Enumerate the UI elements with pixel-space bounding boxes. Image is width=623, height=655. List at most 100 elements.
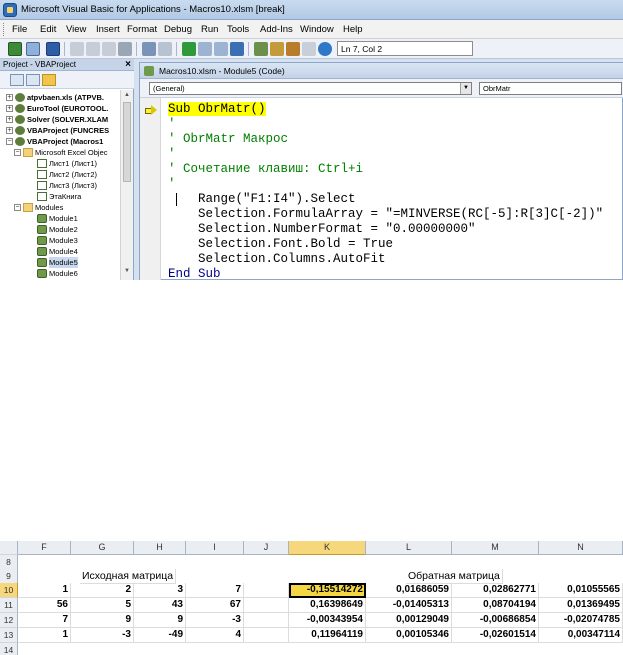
cell[interactable]: 0,01369495 [539,598,623,613]
row-header[interactable]: 8 [0,555,18,570]
cell[interactable]: 9 [71,613,134,628]
menu-addins[interactable]: Add-Ins [260,24,293,35]
cell[interactable]: 0,08704194 [452,598,539,613]
object-browser-icon[interactable] [286,42,300,56]
design-mode-icon[interactable] [230,42,244,56]
menu-tools[interactable]: Tools [227,24,249,35]
save-icon[interactable] [46,42,60,56]
cell[interactable]: 0,00105346 [366,628,452,643]
column-header-m[interactable]: M [452,541,539,555]
scroll-up-icon[interactable]: ▲ [124,92,130,98]
cell[interactable]: 0,16398649 [289,598,366,613]
column-header-f[interactable]: F [18,541,71,555]
object-combo[interactable]: (General) ▼ [149,82,472,95]
collapse-icon[interactable]: − [14,149,21,156]
cell[interactable]: 7 [186,583,244,598]
column-header-i[interactable]: I [186,541,244,555]
expand-icon[interactable]: + [6,105,13,112]
menu-format[interactable]: Format [127,24,157,35]
view-excel-icon[interactable] [8,42,22,56]
cell[interactable]: 0,01055565 [539,583,623,598]
menu-insert[interactable]: Insert [96,24,120,35]
row-header[interactable]: 12 [0,613,18,628]
break-icon[interactable] [198,42,212,56]
cell[interactable]: -0,02074785 [539,613,623,628]
cell[interactable] [244,583,289,598]
cell[interactable]: 2 [71,583,134,598]
cell[interactable]: 5 [71,598,134,613]
chevron-down-icon[interactable]: ▼ [460,83,471,94]
column-header-j[interactable]: J [244,541,289,555]
cell[interactable] [244,628,289,643]
cell[interactable]: -0,00343954 [289,613,366,628]
scrollbar-thumb[interactable] [123,102,131,182]
collapse-icon[interactable]: − [14,204,21,211]
find-icon[interactable] [118,42,132,56]
toggle-folders-icon[interactable] [42,74,56,86]
menu-view[interactable]: View [66,24,86,35]
cut-icon[interactable] [70,42,84,56]
menu-window[interactable]: Window [300,24,334,35]
cell[interactable]: 1 [18,628,71,643]
cell[interactable]: -49 [134,628,186,643]
redo-icon[interactable] [158,42,172,56]
cell[interactable]: -3 [186,613,244,628]
row-header[interactable]: 13 [0,628,18,643]
column-header-g[interactable]: G [71,541,134,555]
row-header[interactable]: 10 [0,583,18,598]
code-margin-indicator-bar[interactable] [140,98,161,280]
column-header-l[interactable]: L [366,541,452,555]
view-object-icon[interactable] [26,74,40,86]
expand-icon[interactable]: + [6,116,13,123]
expand-icon[interactable]: + [6,94,13,101]
column-header-h[interactable]: H [134,541,186,555]
cell[interactable]: 4 [186,628,244,643]
copy-icon[interactable] [86,42,100,56]
insert-userform-icon[interactable] [26,42,40,56]
column-header-k[interactable]: K [289,541,366,555]
cell[interactable]: -3 [71,628,134,643]
cell[interactable]: 0,00347114 [539,628,623,643]
collapse-icon[interactable]: − [6,138,13,145]
cell[interactable]: 0,11964119 [289,628,366,643]
active-cell[interactable]: -0,15514272 [289,583,366,598]
row-header[interactable]: 9 [0,569,18,584]
cell[interactable]: 67 [186,598,244,613]
menu-debug[interactable]: Debug [164,24,192,35]
project-tree-scrollbar[interactable]: ▲ ▼ [120,90,133,280]
source-matrix-label[interactable]: Исходная матрица [80,569,177,584]
cell[interactable]: 7 [18,613,71,628]
row-header[interactable]: 14 [0,643,18,655]
project-explorer-icon[interactable] [254,42,268,56]
cell[interactable] [244,598,289,613]
undo-icon[interactable] [142,42,156,56]
cell[interactable]: 3 [134,583,186,598]
toolbox-icon[interactable] [302,42,316,56]
inverse-matrix-label[interactable]: Обратная матрица [406,569,503,584]
close-icon[interactable]: × [125,59,131,70]
menu-grip-icon[interactable] [3,23,6,36]
column-header-n[interactable]: N [539,541,623,555]
run-icon[interactable] [182,42,196,56]
cell[interactable]: -0,01405313 [366,598,452,613]
cell[interactable]: 0,01686059 [366,583,452,598]
cell[interactable]: 9 [134,613,186,628]
properties-window-icon[interactable] [270,42,284,56]
cell[interactable]: -0,02601514 [452,628,539,643]
procedure-combo[interactable]: ObrMatr [479,82,622,95]
row-header[interactable]: 11 [0,598,18,613]
help-icon[interactable] [318,42,332,56]
cell[interactable]: 43 [134,598,186,613]
scroll-down-icon[interactable]: ▼ [124,268,130,274]
cell[interactable]: 0,00129049 [366,613,452,628]
cell[interactable]: 0,02862771 [452,583,539,598]
code-editor[interactable]: Sub ObrMatr() ' ' ObrMatr Макрос ' ' Соч… [168,100,623,280]
select-all-corner[interactable] [0,541,18,555]
expand-icon[interactable]: + [6,127,13,134]
view-code-icon[interactable] [10,74,24,86]
cell[interactable]: -0,00686854 [452,613,539,628]
reset-icon[interactable] [214,42,228,56]
cell[interactable] [244,613,289,628]
menu-help[interactable]: Help [343,24,363,35]
paste-icon[interactable] [102,42,116,56]
